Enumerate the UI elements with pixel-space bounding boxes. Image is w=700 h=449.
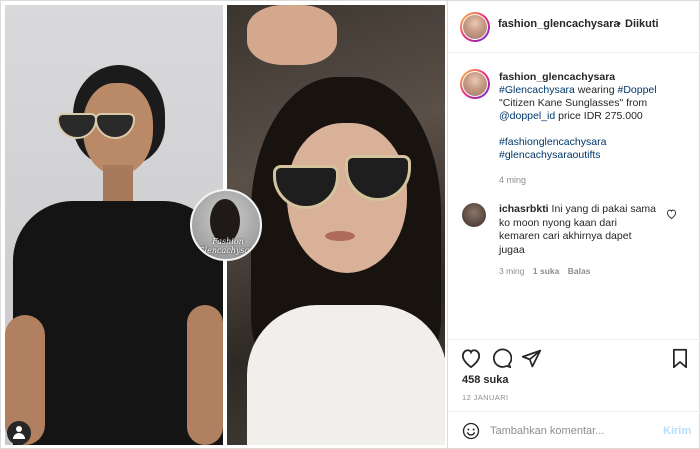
comment-like-heart-icon[interactable] <box>666 209 677 219</box>
watermark-text: Fashion Glencachysara <box>192 237 260 255</box>
share-icon[interactable] <box>521 348 542 369</box>
watermark-line: Fashion <box>212 237 244 246</box>
caption-username[interactable]: fashion_glencachysara <box>499 71 694 84</box>
likes-count[interactable]: 458 suka <box>462 374 508 386</box>
white-blouse <box>247 305 445 445</box>
comment-input[interactable] <box>490 420 650 442</box>
caption-fragment: "Citizen Kane Sunglasses" from <box>499 97 648 109</box>
caption-timestamp: 4 ming <box>499 175 527 185</box>
arm <box>187 305 223 445</box>
hashtag-link[interactable]: #Glencachysara <box>499 84 575 96</box>
commenter-avatar[interactable] <box>462 203 486 227</box>
post-date: 12 JANUARI <box>462 393 509 402</box>
mention-link[interactable]: @doppel_id <box>499 110 555 122</box>
comment-likes[interactable]: 1 suka <box>533 266 559 276</box>
separator-dot: • <box>617 18 621 30</box>
post-header: fashion_glencachysara • Diikuti <box>448 1 700 53</box>
following-button[interactable]: Diikuti <box>625 18 659 30</box>
emoji-icon[interactable] <box>462 422 480 440</box>
caption-fragment: wearing <box>574 84 618 96</box>
caption-fragment: price IDR 275.000 <box>555 110 643 122</box>
hashtag-link[interactable]: #glencachysaraoutifts <box>499 149 601 161</box>
user-tag-icon[interactable] <box>7 421 31 445</box>
comment-meta: 3 ming 1 suka Balas <box>499 266 596 276</box>
hashtag-link[interactable]: #fashionglencachysara <box>499 136 606 148</box>
watermark-logo: Fashion Glencachysara <box>190 189 262 261</box>
header-username[interactable]: fashion_glencachysara <box>498 18 620 30</box>
watermark-line: Glencachysara <box>198 246 258 255</box>
comment-icon[interactable] <box>491 348 512 369</box>
avatar[interactable] <box>460 12 490 42</box>
post-media[interactable]: Fashion Glencachysara <box>0 0 448 449</box>
avatar[interactable] <box>460 69 490 99</box>
comment-text: ichasrbkti Ini yang di pakai sama ko moo… <box>499 203 659 257</box>
comment-timestamp: 3 ming <box>499 266 525 276</box>
post-panel: fashion_glencachysara • Diikuti fashion_… <box>448 0 700 449</box>
hashtag-link[interactable]: #Doppel <box>617 84 656 96</box>
heart-icon[interactable] <box>460 348 482 368</box>
hand <box>247 5 337 65</box>
action-bar <box>448 339 700 377</box>
lips <box>325 231 355 241</box>
reply-button[interactable]: Balas <box>568 266 591 276</box>
bookmark-icon[interactable] <box>671 348 689 369</box>
send-button[interactable]: Kirim <box>663 425 691 437</box>
caption-text: fashion_glencachysara #Glencachysara wea… <box>499 71 694 162</box>
commenter-username[interactable]: ichasrbkti <box>499 203 549 215</box>
comment-bar: Kirim <box>448 411 700 449</box>
